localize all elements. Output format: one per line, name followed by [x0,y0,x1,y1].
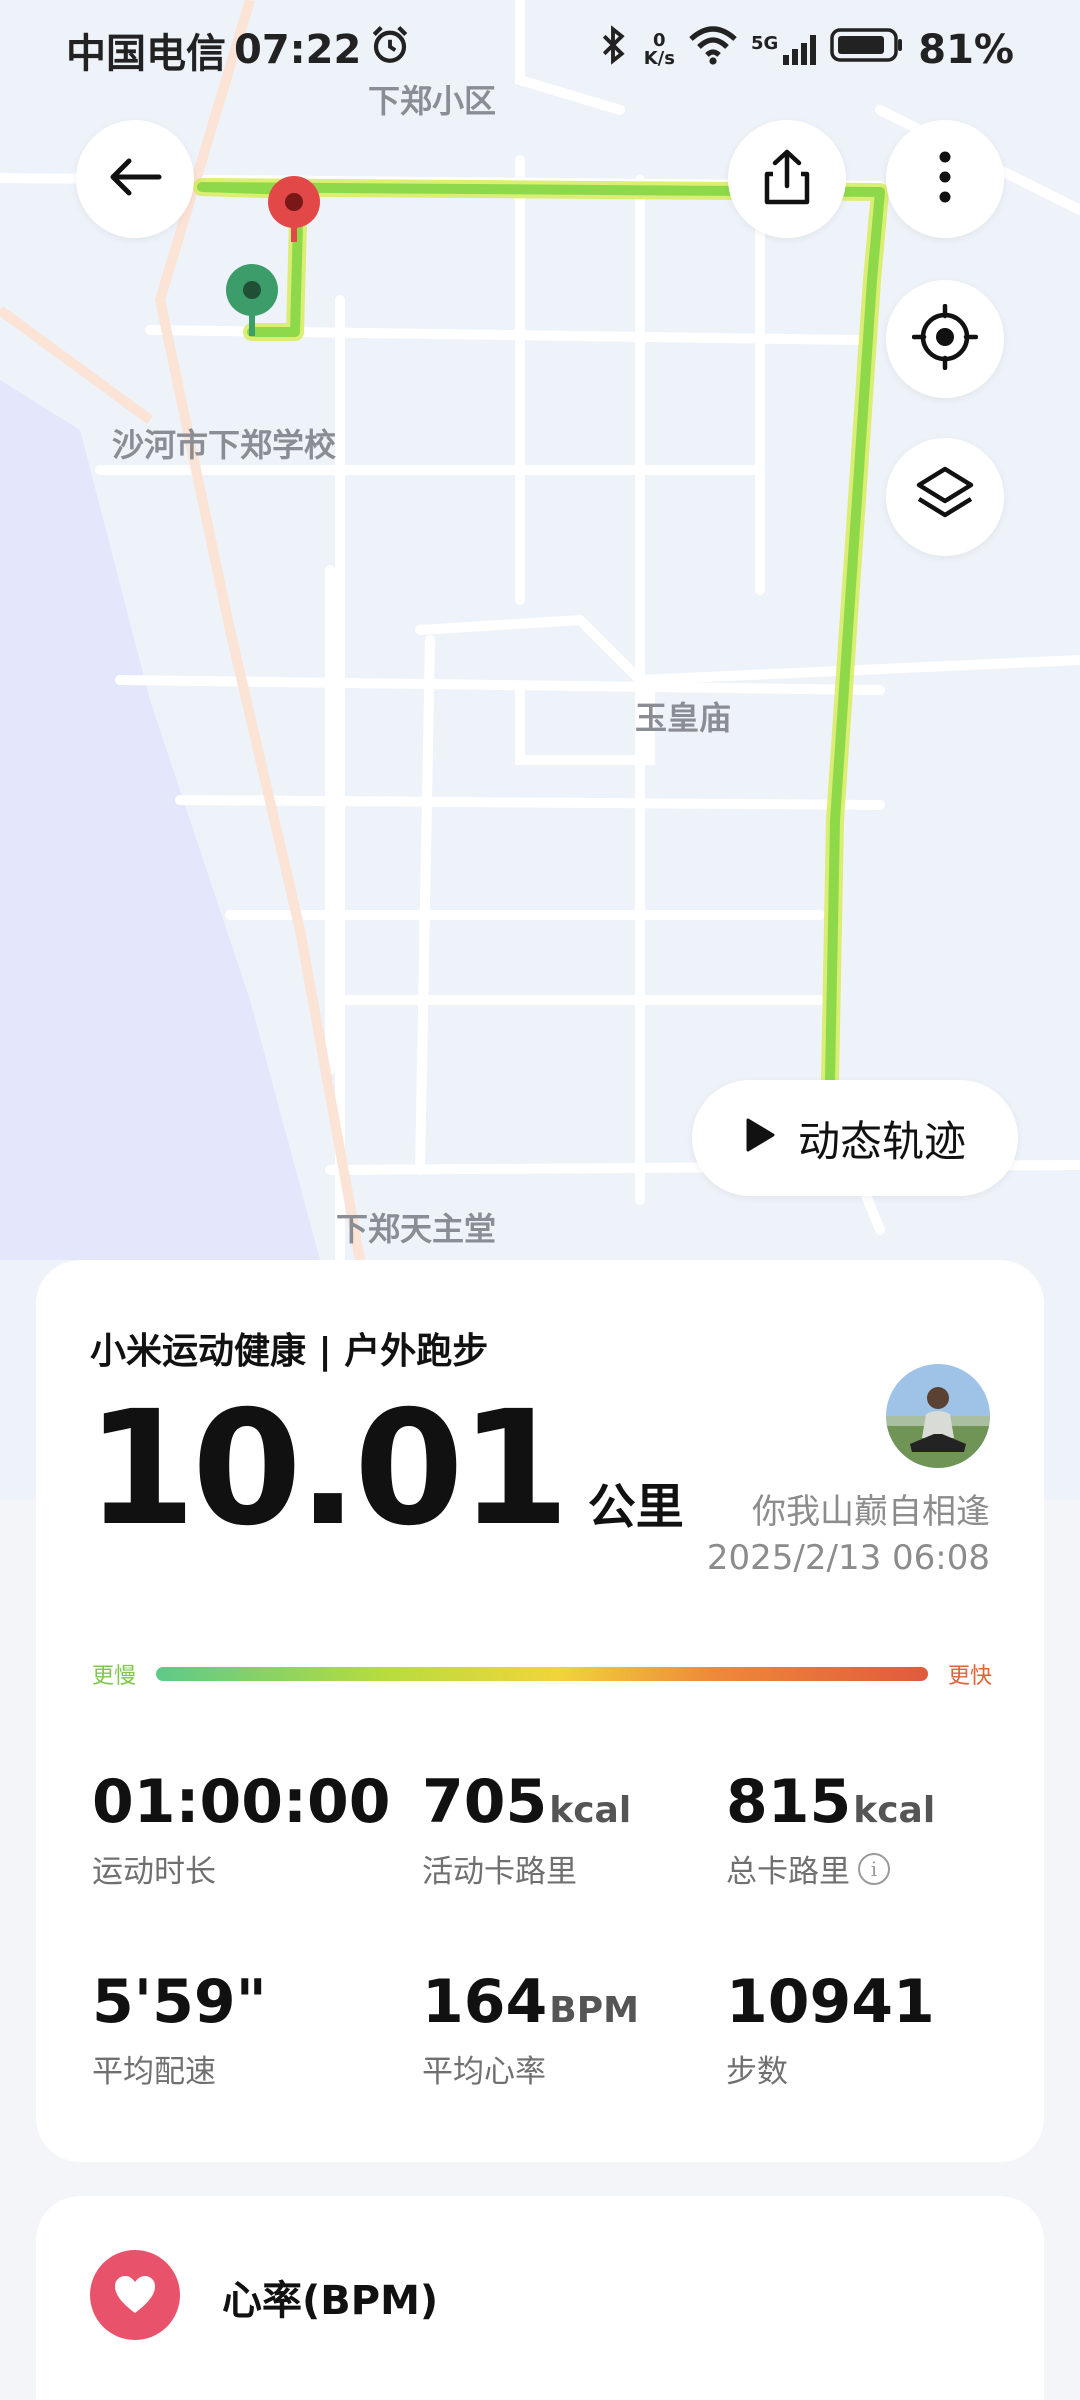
map-label-yuhuang-temple: 玉皇庙 [635,699,732,737]
wifi-icon [689,25,737,75]
stat-avg-pace-value: 5'59" [92,1967,267,2037]
share-icon [761,148,813,210]
stat-avg-heart-rate-unit: BPM [549,1990,639,2031]
distance-display: 10.01 公里 [86,1390,684,1548]
workout-summary-card: 小米运动健康 | 户外跑步 10.01 公里 你我山巅自相逢 2025/2/13… [36,1260,1044,2162]
stat-steps: 10941 步数 [726,1972,935,2091]
stat-duration-value: 01:00:00 [92,1767,391,1837]
dynamic-track-label: 动态轨迹 [797,1116,966,1166]
share-button[interactable] [728,120,846,238]
more-vertical-icon [938,150,952,208]
locate-target-icon [911,303,979,374]
pace-gradient-bar [156,1667,928,1681]
stat-active-calories: 705 kcal 活动卡路里 [422,1772,631,1891]
end-marker [268,176,320,242]
workout-datetime: 2025/2/13 06:08 [706,1538,990,1578]
more-options-button[interactable] [886,120,1004,238]
heart-icon [90,2250,180,2340]
stat-avg-pace: 5'59" 平均配速 [92,1972,267,2091]
workout-type-title: 小米运动健康 | 户外跑步 [90,1331,489,1372]
net-speed: 0 K/s [644,32,675,68]
stat-avg-heart-rate-value: 164 [422,1967,548,2037]
stat-active-calories-unit: kcal [549,1790,632,1831]
alarm-icon [369,24,411,76]
stat-total-calories-label: 总卡路里 [726,1854,850,1890]
dynamic-track-button[interactable]: 动态轨迹 [692,1080,1018,1196]
signal-type-label: 5G [750,33,779,54]
layers-icon [914,465,976,529]
stat-duration-label: 运动时长 [92,1854,216,1890]
battery-percent: 81% [918,27,1014,73]
map-layers-button[interactable] [886,438,1004,556]
stat-total-calories-value: 815 [726,1767,852,1837]
pace-color-legend: 更慢 更快 [92,1654,992,1694]
map-label-xiazheng-school: 沙河市下郑学校 [112,426,337,464]
status-left: 中国电信 07:22 [66,21,411,79]
stat-active-calories-value: 705 [422,1767,548,1837]
status-time: 07:22 [234,27,362,73]
stat-active-calories-label: 活动卡路里 [422,1854,577,1890]
signal-bars-icon [783,35,817,65]
locate-button[interactable] [886,280,1004,398]
status-bar: 中国电信 07:22 0 K/s 5G 81% [0,0,1080,100]
cellular-signal: 5G [750,33,817,65]
map-label-xiazheng-church: 下郑天主堂 [336,1210,497,1248]
distance-value: 10.01 [86,1377,570,1561]
bluetooth-icon [596,24,630,76]
status-right: 0 K/s 5G 81% [596,24,1014,76]
heart-rate-title: 心率(BPM) [222,2278,439,2324]
pace-fast-label: 更快 [947,1664,992,1689]
back-arrow-icon [105,157,165,201]
stat-avg-heart-rate-label: 平均心率 [422,2054,546,2090]
play-icon [744,1114,776,1163]
carrier-name: 中国电信 [66,31,226,77]
stat-avg-heart-rate: 164 BPM 平均心率 [422,1972,639,2091]
distance-unit: 公里 [587,1479,684,1535]
username: 你我山巅自相逢 [752,1492,990,1532]
battery-icon [830,26,904,74]
net-speed-unit: K/s [643,48,675,69]
stat-total-calories: 815 kcal 总卡路里 i [726,1772,935,1891]
stat-steps-label: 步数 [726,2054,788,2090]
stat-total-calories-unit: kcal [853,1790,936,1831]
stat-duration: 01:00:00 运动时长 [92,1772,390,1891]
pace-slow-label: 更慢 [92,1664,137,1689]
heart-rate-section[interactable]: 心率(BPM) [36,2196,1044,2400]
stat-steps-value: 10941 [726,1967,935,2037]
back-button[interactable] [76,120,194,238]
info-icon[interactable]: i [858,1852,890,1885]
avatar[interactable] [886,1364,990,1468]
stat-avg-pace-label: 平均配速 [92,2054,216,2090]
